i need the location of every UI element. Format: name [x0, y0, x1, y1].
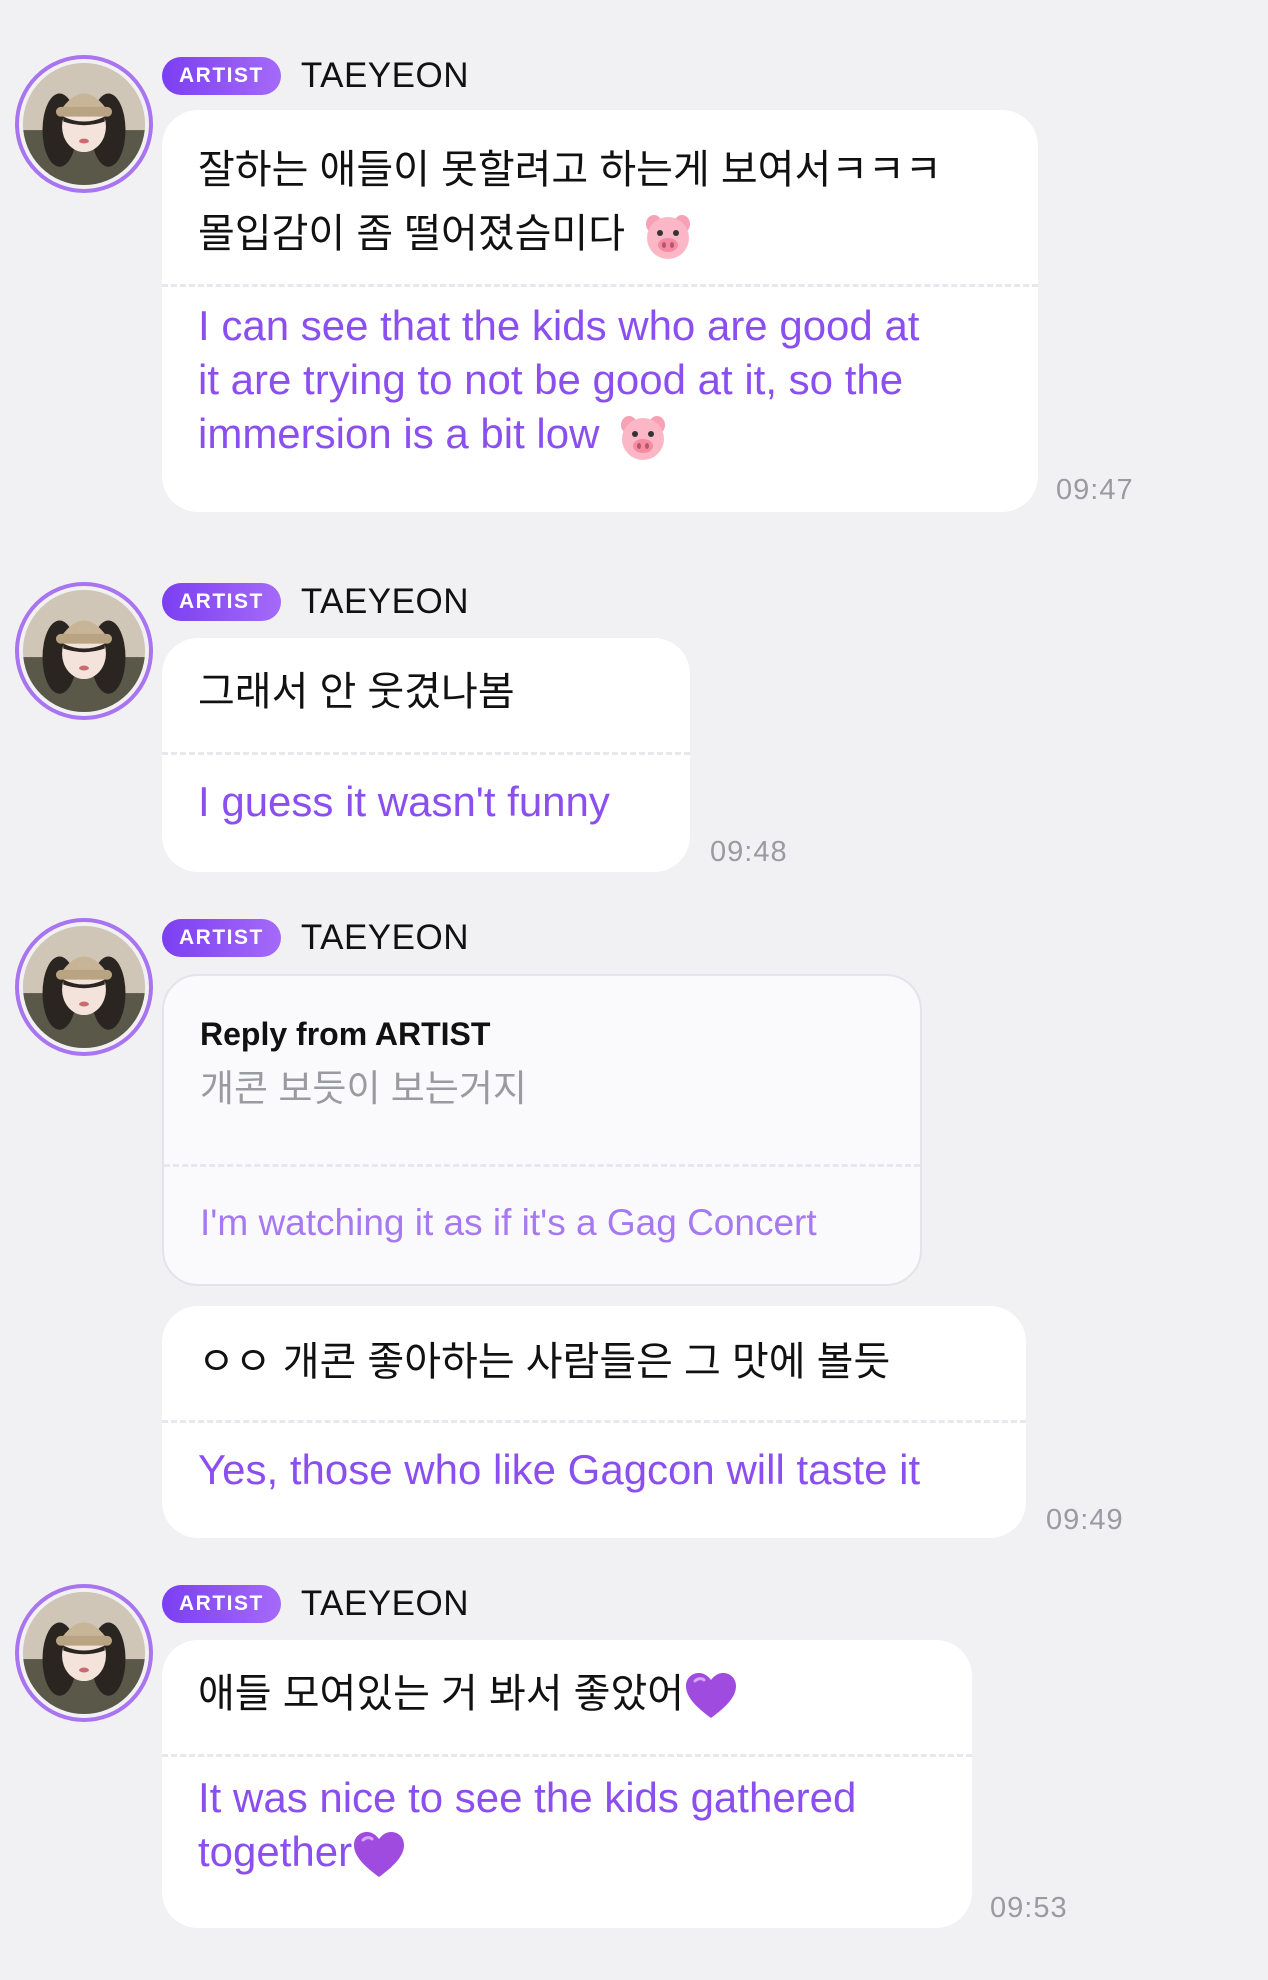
translation-text: I guess it wasn't funny	[162, 755, 690, 829]
reply-quoted-text: 개콘 보듯이 보는거지	[200, 1068, 527, 1109]
avatar-photo	[23, 63, 145, 185]
text-line-content: 몰입감이 좀 떨어졌슴미다	[198, 212, 626, 256]
text-line: 그래서 안 웃겼나봄	[198, 670, 515, 714]
translation-line-content: together	[198, 1828, 353, 1875]
text-line-content: 애들 모여있는 거 봐서 좋았어	[198, 1672, 685, 1716]
sender-row: ARTIST TAEYEON	[162, 1584, 469, 1624]
reply-translation-line: I'm watching it as if it's a Gag Concert	[200, 1202, 817, 1243]
korean-text: 그래서 안 웃겼나봄	[162, 638, 690, 752]
sender-row: ARTIST TAEYEON	[162, 582, 469, 622]
text-line: 몰입감이 좀 떨어졌슴미다	[198, 202, 1008, 266]
timestamp: 09:48	[710, 836, 788, 868]
artist-badge: ARTIST	[162, 1585, 281, 1623]
sender-name[interactable]: TAEYEON	[301, 582, 469, 622]
avatar[interactable]	[15, 55, 153, 193]
translation-line-content: immersion is a bit low	[198, 410, 600, 457]
avatar-photo	[23, 590, 145, 712]
reply-quote-header: Reply from ARTIST 개콘 보듯이 보는거지	[164, 976, 920, 1164]
chat-screen: { "messages": [ { "badge": "ARTIST", "se…	[0, 0, 1268, 1980]
translation-line: It was nice to see the kids gathered	[198, 1774, 857, 1821]
artist-badge: ARTIST	[162, 583, 281, 621]
translation-line: together	[198, 1825, 942, 1879]
message-bubble[interactable]: 그래서 안 웃겼나봄 I guess it wasn't funny	[162, 638, 690, 872]
artist-badge: ARTIST	[162, 919, 281, 957]
korean-text: 잘하는 애들이 못할려고 하는게 보여서ㅋㅋㅋ 몰입감이 좀 떨어졌슴미다	[162, 110, 1038, 284]
sender-name[interactable]: TAEYEON	[301, 918, 469, 958]
translation-line: I guess it wasn't funny	[198, 778, 610, 825]
avatar[interactable]	[15, 918, 153, 1056]
sender-name[interactable]: TAEYEON	[301, 56, 469, 96]
purple-heart-icon	[352, 1830, 406, 1880]
text-line: ㅇㅇ 개콘 좋아하는 사람들은 그 맛에 볼듯	[198, 1340, 891, 1384]
reply-title: Reply from ARTIST	[200, 1016, 491, 1052]
translation-line: immersion is a bit low	[198, 407, 1008, 461]
translation-line: I can see that the kids who are good at	[198, 302, 920, 349]
reply-quote-bubble[interactable]: Reply from ARTIST 개콘 보듯이 보는거지 I'm watchi…	[162, 974, 922, 1286]
translation-text: Yes, those who like Gagcon will taste it	[162, 1423, 1026, 1497]
korean-text: 애들 모여있는 거 봐서 좋았어	[162, 1640, 972, 1754]
korean-text: ㅇㅇ 개콘 좋아하는 사람들은 그 맛에 볼듯	[162, 1306, 1026, 1420]
pig-face-icon	[642, 210, 694, 262]
translation-text: I can see that the kids who are good at …	[162, 287, 1038, 461]
avatar[interactable]	[15, 582, 153, 720]
avatar-photo	[23, 926, 145, 1048]
reply-translation: I'm watching it as if it's a Gag Concert	[164, 1167, 920, 1249]
sender-row: ARTIST TAEYEON	[162, 56, 469, 96]
avatar[interactable]	[15, 1584, 153, 1722]
sender-name[interactable]: TAEYEON	[301, 1584, 469, 1624]
text-line: 애들 모여있는 거 봐서 좋았어	[198, 1662, 942, 1726]
text-line: 잘하는 애들이 못할려고 하는게 보여서ㅋㅋㅋ	[198, 148, 942, 192]
purple-heart-icon	[684, 1671, 738, 1721]
translation-line: Yes, those who like Gagcon will taste it	[198, 1446, 921, 1493]
translation-line: it are trying to not be good at it, so t…	[198, 356, 904, 403]
timestamp: 09:49	[1046, 1504, 1124, 1536]
artist-badge: ARTIST	[162, 57, 281, 95]
timestamp: 09:47	[1056, 474, 1134, 506]
pig-face-icon	[617, 411, 669, 463]
message-bubble[interactable]: ㅇㅇ 개콘 좋아하는 사람들은 그 맛에 볼듯 Yes, those who l…	[162, 1306, 1026, 1538]
message-bubble[interactable]: 애들 모여있는 거 봐서 좋았어 It was nice to see the …	[162, 1640, 972, 1928]
timestamp: 09:53	[990, 1892, 1068, 1924]
translation-text: It was nice to see the kids gathered tog…	[162, 1757, 972, 1879]
avatar-photo	[23, 1592, 145, 1714]
sender-row: ARTIST TAEYEON	[162, 918, 469, 958]
message-bubble[interactable]: 잘하는 애들이 못할려고 하는게 보여서ㅋㅋㅋ 몰입감이 좀 떨어졌슴미다 I …	[162, 110, 1038, 512]
